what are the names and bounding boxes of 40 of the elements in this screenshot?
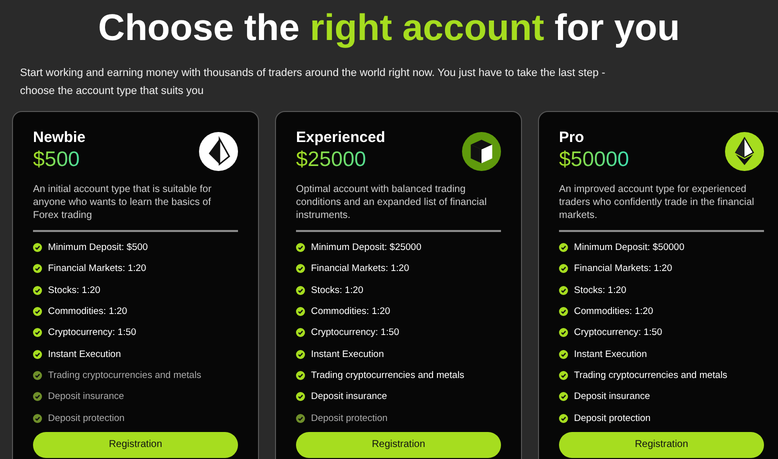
feature-text: Stocks: 1:20 [311,284,364,296]
feature-text: Commodities: 1:20 [574,306,654,318]
feature-text: Cryptocurrency: 1:50 [574,327,662,338]
feature-text: Minimum Deposit: $25000 [311,242,422,254]
feature-text: Financial Markets: 1:20 [48,263,146,274]
plan-description: Optimal account with balanced trading conditions and an expanded list of financial instruments. [296,183,488,222]
feature-text: Trading cryptocurrencies and metals [574,370,728,381]
registration-button[interactable]: Registration [296,432,501,458]
plan-name: Newbie [33,128,86,147]
subtitle: Start working and earning money with thousands of traders around the world right now. You just have to take the last step - choose the account type that suits you [20,66,606,99]
feature-text: Deposit protection [311,412,388,424]
feature-text: Minimum Deposit: $50000 [574,242,684,254]
plan-name: Experienced [296,128,386,147]
feature-text: Trading cryptocurrencies and metals [48,370,202,381]
feature-text: Cryptocurrency: 1:50 [311,327,400,338]
registration-button[interactable]: Registration [33,432,238,458]
feature-text: Cryptocurrency: 1:50 [48,327,136,338]
feature-text: Minimum Deposit: $500 [48,242,148,254]
cube-icon [462,132,501,171]
feature-text: Commodities: 1:20 [311,306,390,318]
feature-text: Commodities: 1:20 [48,306,128,318]
feature-text: Deposit insurance [48,391,124,402]
registration-button[interactable]: Registration [559,432,764,458]
feature-text: Financial Markets: 1:20 [311,263,410,274]
page-title: Choose the right account for you [97,6,681,50]
plan-name: Pro [559,128,586,147]
feature-text: Deposit protection [574,412,651,424]
feature-text: Stocks: 1:20 [48,284,100,296]
feature-text: Financial Markets: 1:20 [574,263,672,274]
plan-description: An improved account type for experienced traders who confidently trade in the financial markets. [559,183,756,222]
feature-text: Instant Execution [48,348,121,360]
feature-text: Deposit insurance [574,391,650,402]
feature-text: Instant Execution [311,348,384,360]
plan-description: An initial account type that is suitable for anyone who wants to learn the basics of Forex trading [33,183,212,222]
feature-text: Stocks: 1:20 [574,284,626,296]
feature-text: Instant Execution [574,348,647,360]
feature-text: Deposit protection [48,412,125,424]
feature-text: Trading cryptocurrencies and metals [311,370,464,381]
feature-text: Deposit insurance [311,391,388,402]
ethereum-icon [725,132,764,171]
